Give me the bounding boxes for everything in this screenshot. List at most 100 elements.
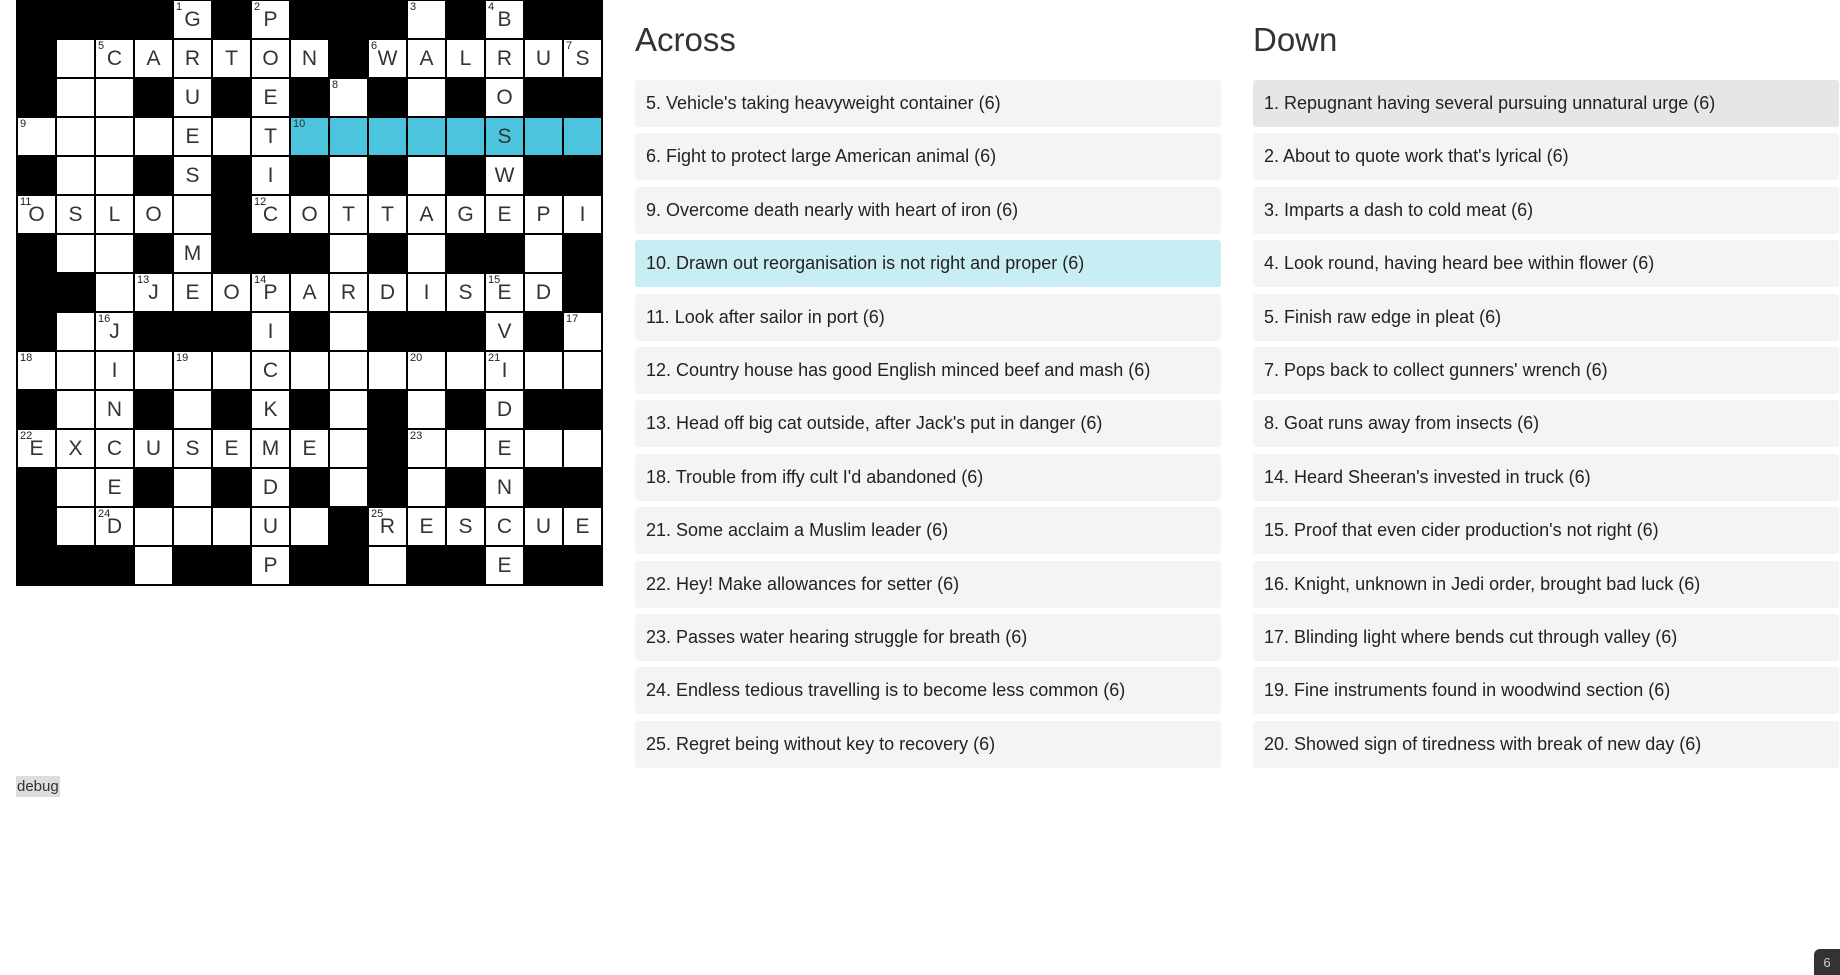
grid-cell[interactable] [212,117,251,156]
grid-cell[interactable]: E [212,429,251,468]
grid-cell[interactable] [56,117,95,156]
grid-cell[interactable] [446,351,485,390]
grid-cell[interactable]: T [368,195,407,234]
grid-cell[interactable]: D [368,273,407,312]
grid-cell[interactable]: E [173,273,212,312]
grid-cell[interactable]: L [446,39,485,78]
grid-cell[interactable]: A [134,39,173,78]
grid-cell[interactable]: 3 [407,0,446,39]
grid-cell[interactable]: D [485,390,524,429]
grid-cell[interactable] [329,312,368,351]
grid-cell[interactable]: 24 D [95,507,134,546]
across-clue[interactable]: 11. Look after sailor in port (6) [635,293,1221,341]
grid-cell[interactable]: 14 P [251,273,290,312]
grid-cell[interactable] [173,468,212,507]
grid-cell[interactable] [212,507,251,546]
down-clue[interactable]: 3. Imparts a dash to cold meat (6) [1253,186,1839,234]
grid-cell[interactable]: A [290,273,329,312]
grid-cell[interactable]: 5C [95,39,134,78]
down-clue[interactable]: 2. About to quote work that's lyrical (6… [1253,133,1839,181]
across-clue[interactable]: 24. Endless tedious travelling is to bec… [635,667,1221,715]
grid-cell[interactable]: I [251,312,290,351]
down-clue[interactable]: 8. Goat runs away from insects (6) [1253,400,1839,448]
down-clue[interactable]: 20. Showed sign of tiredness with break … [1253,720,1839,768]
down-clue[interactable]: 14. Heard Sheeran's invested in truck (6… [1253,453,1839,501]
grid-cell[interactable]: P [524,195,563,234]
grid-cell[interactable]: 23 [407,429,446,468]
grid-cell[interactable]: 13 J [134,273,173,312]
grid-cell[interactable]: R [485,39,524,78]
grid-cell[interactable] [407,390,446,429]
grid-cell[interactable]: 15 E [485,273,524,312]
grid-cell[interactable] [56,78,95,117]
grid-cell[interactable] [407,78,446,117]
grid-cell[interactable]: 21 I [485,351,524,390]
grid-cell[interactable]: T [251,117,290,156]
grid-cell[interactable]: A [407,39,446,78]
grid-cell[interactable]: I [563,195,602,234]
grid-cell[interactable] [290,507,329,546]
across-clue[interactable]: 22. Hey! Make allowances for setter (6) [635,560,1221,608]
grid-cell[interactable] [134,546,173,585]
grid-cell[interactable]: E [95,468,134,507]
grid-cell[interactable] [329,468,368,507]
grid-cell[interactable]: E [290,429,329,468]
grid-cell[interactable] [95,117,134,156]
grid-cell[interactable]: S [485,117,524,156]
grid-cell[interactable]: 10 [290,117,329,156]
grid-cell[interactable]: S [446,507,485,546]
grid-cell[interactable]: O [212,273,251,312]
grid-cell[interactable]: N [485,468,524,507]
across-clue[interactable]: 6. Fight to protect large American anima… [635,133,1221,181]
grid-cell[interactable] [134,117,173,156]
grid-cell[interactable] [173,507,212,546]
grid-cell[interactable]: I [407,273,446,312]
grid-cell[interactable]: 8 [329,78,368,117]
grid-cell[interactable] [290,351,329,390]
grid-cell[interactable]: 22 E [17,429,56,468]
grid-cell[interactable]: 1G [173,0,212,39]
grid-cell[interactable] [524,429,563,468]
corner-widget[interactable]: 6 [1814,949,1840,975]
grid-cell[interactable]: U [251,507,290,546]
grid-cell[interactable]: R [173,39,212,78]
grid-cell[interactable]: U [173,78,212,117]
grid-cell[interactable]: E [485,429,524,468]
grid-cell[interactable]: W [485,156,524,195]
grid-cell[interactable] [95,234,134,273]
grid-cell[interactable]: E [485,195,524,234]
grid-cell[interactable]: 18 [17,351,56,390]
across-clue[interactable]: 18. Trouble from iffy cult I'd abandoned… [635,453,1221,501]
grid-cell[interactable] [56,312,95,351]
grid-cell[interactable]: U [524,39,563,78]
down-clue[interactable]: 4. Look round, having heard bee within f… [1253,240,1839,288]
grid-cell[interactable] [134,351,173,390]
grid-cell[interactable] [56,156,95,195]
across-clue[interactable]: 12. Country house has good English mince… [635,346,1221,394]
across-clue[interactable]: 5. Vehicle's taking heavyweight containe… [635,80,1221,127]
grid-cell[interactable] [446,429,485,468]
across-clue[interactable]: 23. Passes water hearing struggle for br… [635,613,1221,661]
down-clue[interactable]: 5. Finish raw edge in pleat (6) [1253,293,1839,341]
grid-cell[interactable]: 2P [251,0,290,39]
grid-cell[interactable]: G [446,195,485,234]
grid-cell[interactable]: C [95,429,134,468]
across-clue[interactable]: 21. Some acclaim a Muslim leader (6) [635,507,1221,555]
grid-cell[interactable]: I [95,351,134,390]
grid-cell[interactable] [56,234,95,273]
grid-cell[interactable]: V [485,312,524,351]
grid-cell[interactable]: 20 [407,351,446,390]
grid-cell[interactable]: N [95,390,134,429]
grid-cell[interactable]: O [134,195,173,234]
grid-cell[interactable] [329,156,368,195]
grid-cell[interactable] [212,351,251,390]
grid-cell[interactable]: A [407,195,446,234]
grid-cell[interactable]: 17 [563,312,602,351]
across-clue[interactable]: 25. Regret being without key to recovery… [635,720,1221,768]
grid-cell[interactable] [173,390,212,429]
grid-cell[interactable]: E [407,507,446,546]
grid-cell[interactable] [56,390,95,429]
grid-cell[interactable] [329,351,368,390]
grid-cell[interactable] [56,351,95,390]
across-clue[interactable]: 9. Overcome death nearly with heart of i… [635,186,1221,234]
